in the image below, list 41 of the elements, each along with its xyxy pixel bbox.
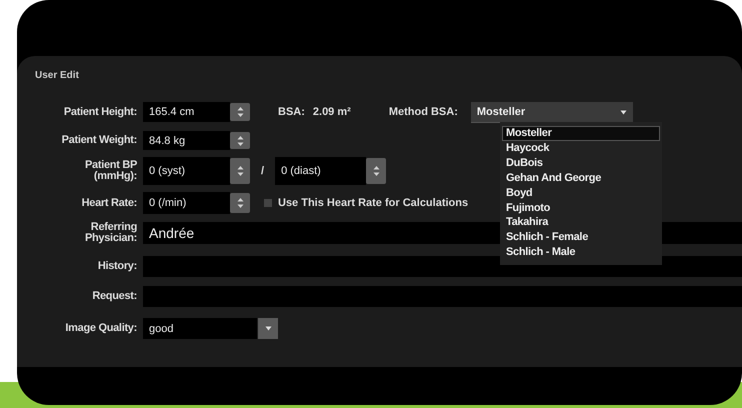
dropdown-option[interactable]: Haycock xyxy=(502,140,660,156)
bsa-label: BSA: xyxy=(278,106,305,118)
bsa-value: 2.09 m² xyxy=(312,106,351,118)
dropdown-option[interactable]: Boyd xyxy=(502,186,660,201)
field-label: Patient Weight: xyxy=(62,135,137,146)
spinner-button[interactable] xyxy=(230,132,250,149)
field-label: Method BSA: xyxy=(388,106,458,118)
up-down-arrows-icon xyxy=(236,165,244,177)
dropdown-option[interactable]: Gehan And George xyxy=(502,170,660,186)
field-label: Patient Height: xyxy=(64,106,137,118)
up-down-arrows-icon xyxy=(372,165,380,177)
input-field[interactable]: 0 (syst) xyxy=(143,157,230,185)
up-down-arrows-icon xyxy=(236,134,244,146)
field-label: Heart Rate: xyxy=(82,198,137,208)
dropdown-arrow-icon xyxy=(264,326,272,331)
separator-slash: / xyxy=(261,165,264,177)
dropdown-option[interactable]: Schlich - Male xyxy=(502,245,660,260)
input-field[interactable]: 0 (/min) xyxy=(143,192,230,214)
checkbox[interactable] xyxy=(264,199,272,207)
spinner-button[interactable] xyxy=(366,158,386,184)
dropdown-option[interactable]: Schlich - Female xyxy=(502,230,660,246)
dropdown-option[interactable]: Mosteller xyxy=(502,126,660,141)
up-down-arrows-icon xyxy=(236,197,244,209)
field-label: Referring Physician: xyxy=(84,222,137,244)
input-field[interactable]: 165.4 cm xyxy=(143,102,230,122)
dropdown-option[interactable]: Fujimoto xyxy=(502,200,660,216)
window-title: User Edit xyxy=(35,70,80,82)
method-dropdown[interactable]: Mosteller xyxy=(470,102,633,122)
dropdown-arrow-icon xyxy=(620,110,627,114)
field-label: Image Quality: xyxy=(65,323,137,334)
up-down-arrows-icon xyxy=(236,106,244,118)
dropdown-option[interactable]: DuBois xyxy=(502,156,660,171)
field-label: History: xyxy=(98,261,137,272)
field-label: Request: xyxy=(92,291,137,302)
field-label: Patient BP (mmHg): xyxy=(84,160,137,182)
input-field[interactable] xyxy=(143,286,742,307)
input-field[interactable]: 84.8 kg xyxy=(143,131,230,150)
image-quality-dropdown[interactable]: good xyxy=(143,318,257,339)
dropdown-button[interactable] xyxy=(258,318,278,339)
checkbox-label: Use This Heart Rate for Calculations xyxy=(278,197,468,209)
input-field[interactable]: 0 (diast) xyxy=(275,157,366,185)
